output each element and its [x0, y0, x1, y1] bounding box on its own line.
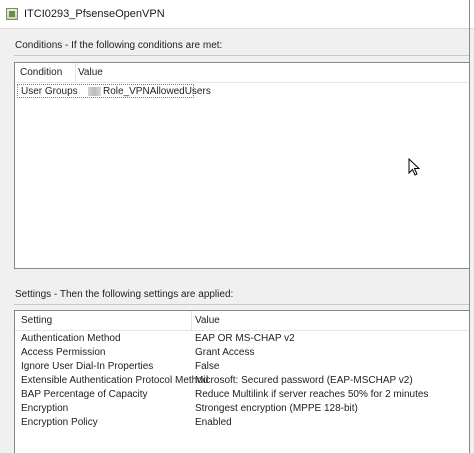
setting-value: False — [195, 361, 220, 372]
setting-row[interactable]: BAP Percentage of Capacity Reduce Multil… — [21, 389, 461, 403]
setting-name: Authentication Method — [21, 333, 121, 344]
condition-name: User Groups — [21, 86, 78, 97]
setting-row[interactable]: Ignore User Dial-In Properties False — [21, 361, 461, 375]
setting-name: Extensible Authentication Protocol Metho… — [21, 375, 209, 386]
setting-row[interactable]: Authentication Method EAP OR MS-CHAP v2 — [21, 333, 461, 347]
setting-name: Ignore User Dial-In Properties — [21, 361, 154, 372]
setting-row[interactable]: Encryption Strongest encryption (MPPE 12… — [21, 403, 461, 417]
setting-value: Strongest encryption (MPPE 128-bit) — [195, 403, 358, 414]
column-separator[interactable] — [191, 311, 192, 330]
setting-name: Encryption Policy — [21, 417, 98, 428]
setting-value: Microsoft: Secured password (EAP-MSCHAP … — [195, 375, 413, 386]
settings-divider — [14, 304, 469, 305]
redacted-prefix — [88, 87, 101, 96]
setting-name: BAP Percentage of Capacity — [21, 389, 148, 400]
setting-row[interactable]: Extensible Authentication Protocol Metho… — [21, 375, 461, 389]
column-header-value[interactable]: Value — [195, 315, 220, 326]
setting-name: Encryption — [21, 403, 69, 414]
conditions-divider — [14, 55, 469, 56]
column-header-setting[interactable]: Setting — [21, 315, 52, 326]
setting-value: EAP OR MS-CHAP v2 — [195, 333, 295, 344]
condition-value: Role_VPNAllowedUsers — [103, 86, 211, 97]
settings-section-label: Settings - Then the following settings a… — [15, 289, 234, 300]
setting-row[interactable]: Access Permission Grant Access — [21, 347, 461, 361]
setting-row[interactable]: Encryption Policy Enabled — [21, 417, 461, 431]
policy-icon — [6, 8, 18, 20]
window-title: ITCI0293_PfsenseOpenVPN — [24, 8, 165, 20]
setting-value: Grant Access — [195, 347, 255, 358]
settings-header: Setting Value — [15, 311, 469, 331]
mouse-cursor-icon — [408, 158, 420, 176]
title-bar: ITCI0293_PfsenseOpenVPN — [0, 0, 474, 29]
condition-row[interactable]: User Groups Role_VPNAllowedUsers — [17, 84, 211, 98]
setting-value: Enabled — [195, 417, 232, 428]
conditions-header: Condition Value — [15, 63, 469, 83]
column-header-value[interactable]: Value — [78, 67, 103, 78]
conditions-section-label: Conditions - If the following conditions… — [15, 40, 223, 51]
setting-name: Access Permission — [21, 347, 106, 358]
column-header-condition[interactable]: Condition — [20, 67, 62, 78]
settings-list[interactable]: Setting Value Authentication Method EAP … — [14, 310, 470, 453]
conditions-list[interactable]: Condition Value User Groups Role_VPNAllo… — [14, 62, 470, 269]
column-separator[interactable] — [75, 63, 76, 82]
setting-value: Reduce Multilink if server reaches 50% f… — [195, 389, 429, 400]
